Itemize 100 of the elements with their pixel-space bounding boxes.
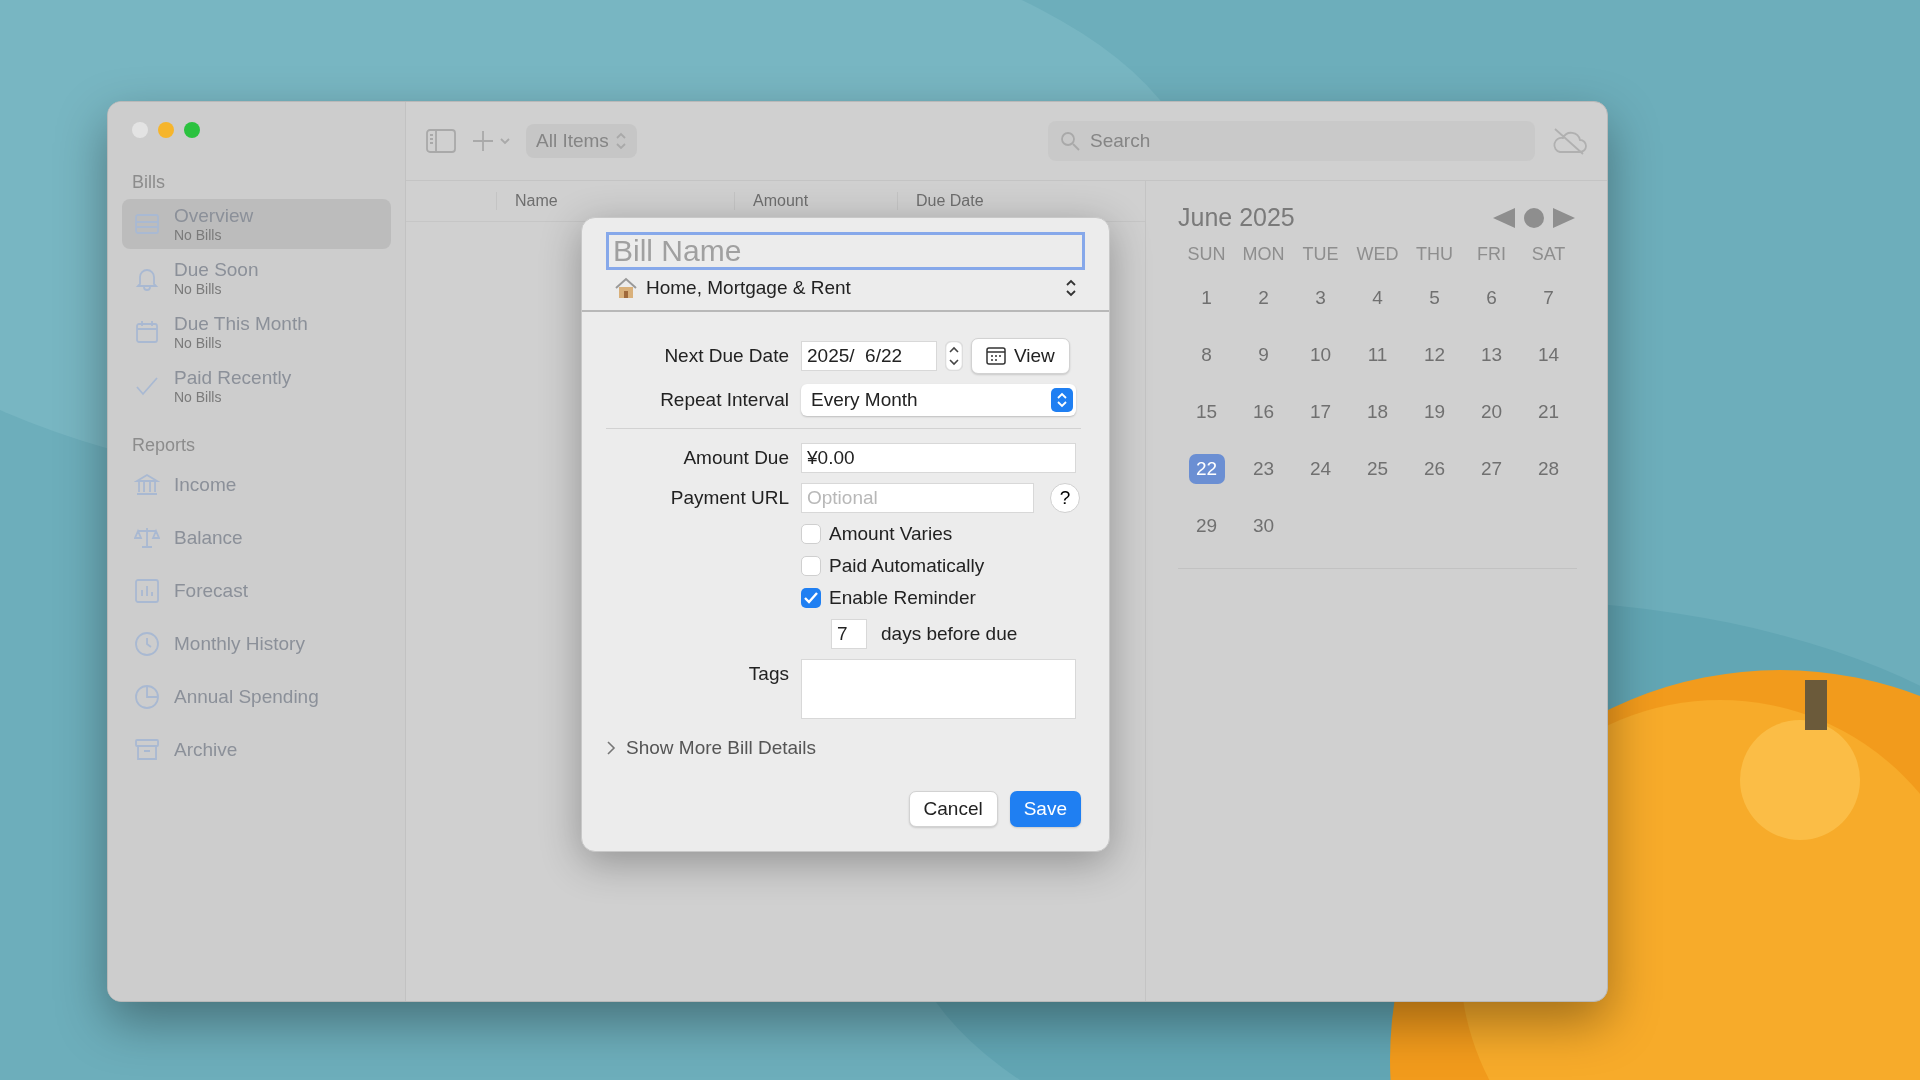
bank-icon — [134, 471, 160, 498]
column-header[interactable]: Due Date — [897, 192, 1097, 210]
add-icon[interactable] — [472, 130, 510, 152]
help-button[interactable]: ? — [1050, 483, 1080, 513]
column-header[interactable]: Amount — [734, 192, 897, 210]
calendar-day[interactable]: 13 — [1473, 339, 1510, 370]
sidebar-item-count: No Bills — [174, 227, 223, 243]
save-button[interactable]: Save — [1009, 791, 1081, 827]
search-field[interactable]: Search — [1048, 121, 1535, 161]
weekday-label: MON — [1241, 244, 1286, 265]
sidebar-item-label: Archive — [174, 738, 238, 761]
calendar-day[interactable]: 18 — [1359, 396, 1396, 427]
cloud-off-icon[interactable] — [1551, 126, 1587, 156]
chevron-up-down-icon — [1051, 388, 1073, 412]
calendar-day[interactable]: 25 — [1359, 453, 1396, 484]
zoom-window-button[interactable] — [184, 122, 200, 138]
field-label: Amount Due — [682, 447, 789, 469]
checkbox-label: Enable Reminder — [829, 587, 976, 609]
show-more-details-disclosure[interactable]: Show More Bill Details — [606, 733, 817, 763]
sidebar-item[interactable]: Monthly History — [122, 621, 391, 666]
checkbox[interactable] — [801, 556, 821, 576]
calendar-day[interactable]: 9 — [1245, 339, 1282, 370]
reminder-days-field[interactable]: 7 — [831, 619, 867, 649]
field-label: Tags — [747, 662, 789, 685]
sidebar-item-label: Forecast — [174, 579, 248, 602]
sidebar-item-label: Balance — [174, 526, 243, 549]
weekday-label: FRI — [1476, 244, 1507, 265]
calendar-day[interactable]: 10 — [1302, 339, 1339, 370]
calendar-day[interactable]: 1 — [1188, 282, 1225, 313]
calendar-day[interactable]: 16 — [1245, 396, 1282, 427]
calendar-day[interactable]: 12 — [1416, 339, 1453, 370]
calendar-day[interactable]: 29 — [1188, 510, 1225, 541]
calendar-day[interactable]: 24 — [1302, 453, 1339, 484]
stepper-icon[interactable] — [945, 341, 963, 371]
sidebar-item[interactable]: Due Soon No Bills — [122, 253, 391, 303]
calendar-day[interactable]: 8 — [1188, 339, 1225, 370]
sidebar-item[interactable]: Archive — [122, 727, 391, 772]
sidebar-item-label: Income — [174, 473, 237, 496]
calendar-day[interactable]: 4 — [1359, 282, 1396, 313]
field-label: Payment URL — [669, 487, 789, 509]
month-navigation-icon[interactable] — [1491, 205, 1577, 230]
calendar-day[interactable]: 26 — [1416, 453, 1453, 484]
calendar-day[interactable]: 2 — [1245, 282, 1282, 313]
reminder-suffix: days before due — [881, 623, 1018, 645]
chevron-up-down-icon[interactable] — [1065, 278, 1077, 298]
repeat-interval-select[interactable]: Every Month — [801, 384, 1076, 416]
calendar-day[interactable]: 11 — [1359, 339, 1396, 370]
date-field[interactable]: 2025/ 6/22 — [801, 341, 937, 371]
calendar-day[interactable]: 22 — [1188, 453, 1225, 484]
field-label: Next Due Date — [663, 345, 789, 367]
view-calendar-button[interactable]: View — [971, 338, 1070, 374]
calendar-month: June 2025 — [1178, 203, 1295, 232]
sidebar-item[interactable]: Paid Recently No Bills — [122, 361, 391, 411]
search-placeholder: Search — [1090, 130, 1151, 152]
minimize-window-button[interactable] — [158, 122, 174, 138]
sidebar-item[interactable]: Income — [122, 462, 391, 507]
calendar-day[interactable]: 15 — [1188, 396, 1225, 427]
sidebar-item[interactable]: Balance — [122, 515, 391, 560]
calendar-day[interactable]: 6 — [1473, 282, 1510, 313]
checkbox[interactable] — [801, 524, 821, 544]
amount-field[interactable]: ¥0.00 — [801, 443, 1076, 473]
payment-url-field[interactable]: Optional — [801, 483, 1034, 513]
calendar-day[interactable]: 19 — [1416, 396, 1453, 427]
calendar-day[interactable]: 17 — [1302, 396, 1339, 427]
calendar-day[interactable]: 28 — [1530, 453, 1567, 484]
calendar-icon — [134, 319, 160, 345]
clock-icon — [134, 630, 160, 657]
cancel-button[interactable]: Cancel — [908, 791, 998, 827]
calendar-day[interactable]: 30 — [1245, 510, 1282, 541]
weekday-label: TUE — [1301, 244, 1340, 265]
bill-name-field[interactable]: Bill Name — [606, 232, 1085, 270]
weekday-label: THU — [1415, 244, 1454, 265]
view-picker[interactable]: All Items — [526, 124, 637, 158]
calendar-day[interactable]: 20 — [1473, 396, 1510, 427]
checkbox[interactable] — [801, 588, 821, 608]
sidebar-section-title: Bills — [131, 172, 166, 193]
category-picker[interactable]: Home, Mortgage & Rent — [646, 277, 851, 299]
chevron-up-down-icon — [614, 131, 627, 151]
sidebar-item-label: Monthly History — [174, 632, 305, 655]
sidebar-item-label: Annual Spending — [174, 685, 319, 708]
calendar-day[interactable]: 23 — [1245, 453, 1282, 484]
sidebar-item[interactable]: Forecast — [122, 568, 391, 613]
calendar-day[interactable]: 3 — [1302, 282, 1339, 313]
calendar-day[interactable]: 14 — [1530, 339, 1567, 370]
sidebar-item-label: Due This Month — [174, 313, 308, 335]
calendar-day[interactable]: 21 — [1530, 396, 1567, 427]
sidebar-item-label: Due Soon — [174, 259, 259, 281]
weekday-label: WED — [1355, 244, 1400, 265]
calendar-day[interactable]: 5 — [1416, 282, 1453, 313]
sidebar-item[interactable]: Annual Spending — [122, 674, 391, 719]
tags-field[interactable] — [801, 659, 1076, 719]
sidebar-item-count: No Bills — [174, 389, 223, 405]
checkbox-label: Amount Varies — [829, 523, 953, 545]
sidebar-toggle-icon[interactable] — [426, 129, 456, 153]
column-header[interactable]: Name — [496, 192, 734, 210]
sidebar-item[interactable]: Due This Month No Bills — [122, 307, 391, 357]
calendar-day[interactable]: 7 — [1530, 282, 1567, 313]
archive-icon — [134, 736, 160, 763]
calendar-day[interactable]: 27 — [1473, 453, 1510, 484]
sidebar-item-count: No Bills — [174, 335, 223, 351]
